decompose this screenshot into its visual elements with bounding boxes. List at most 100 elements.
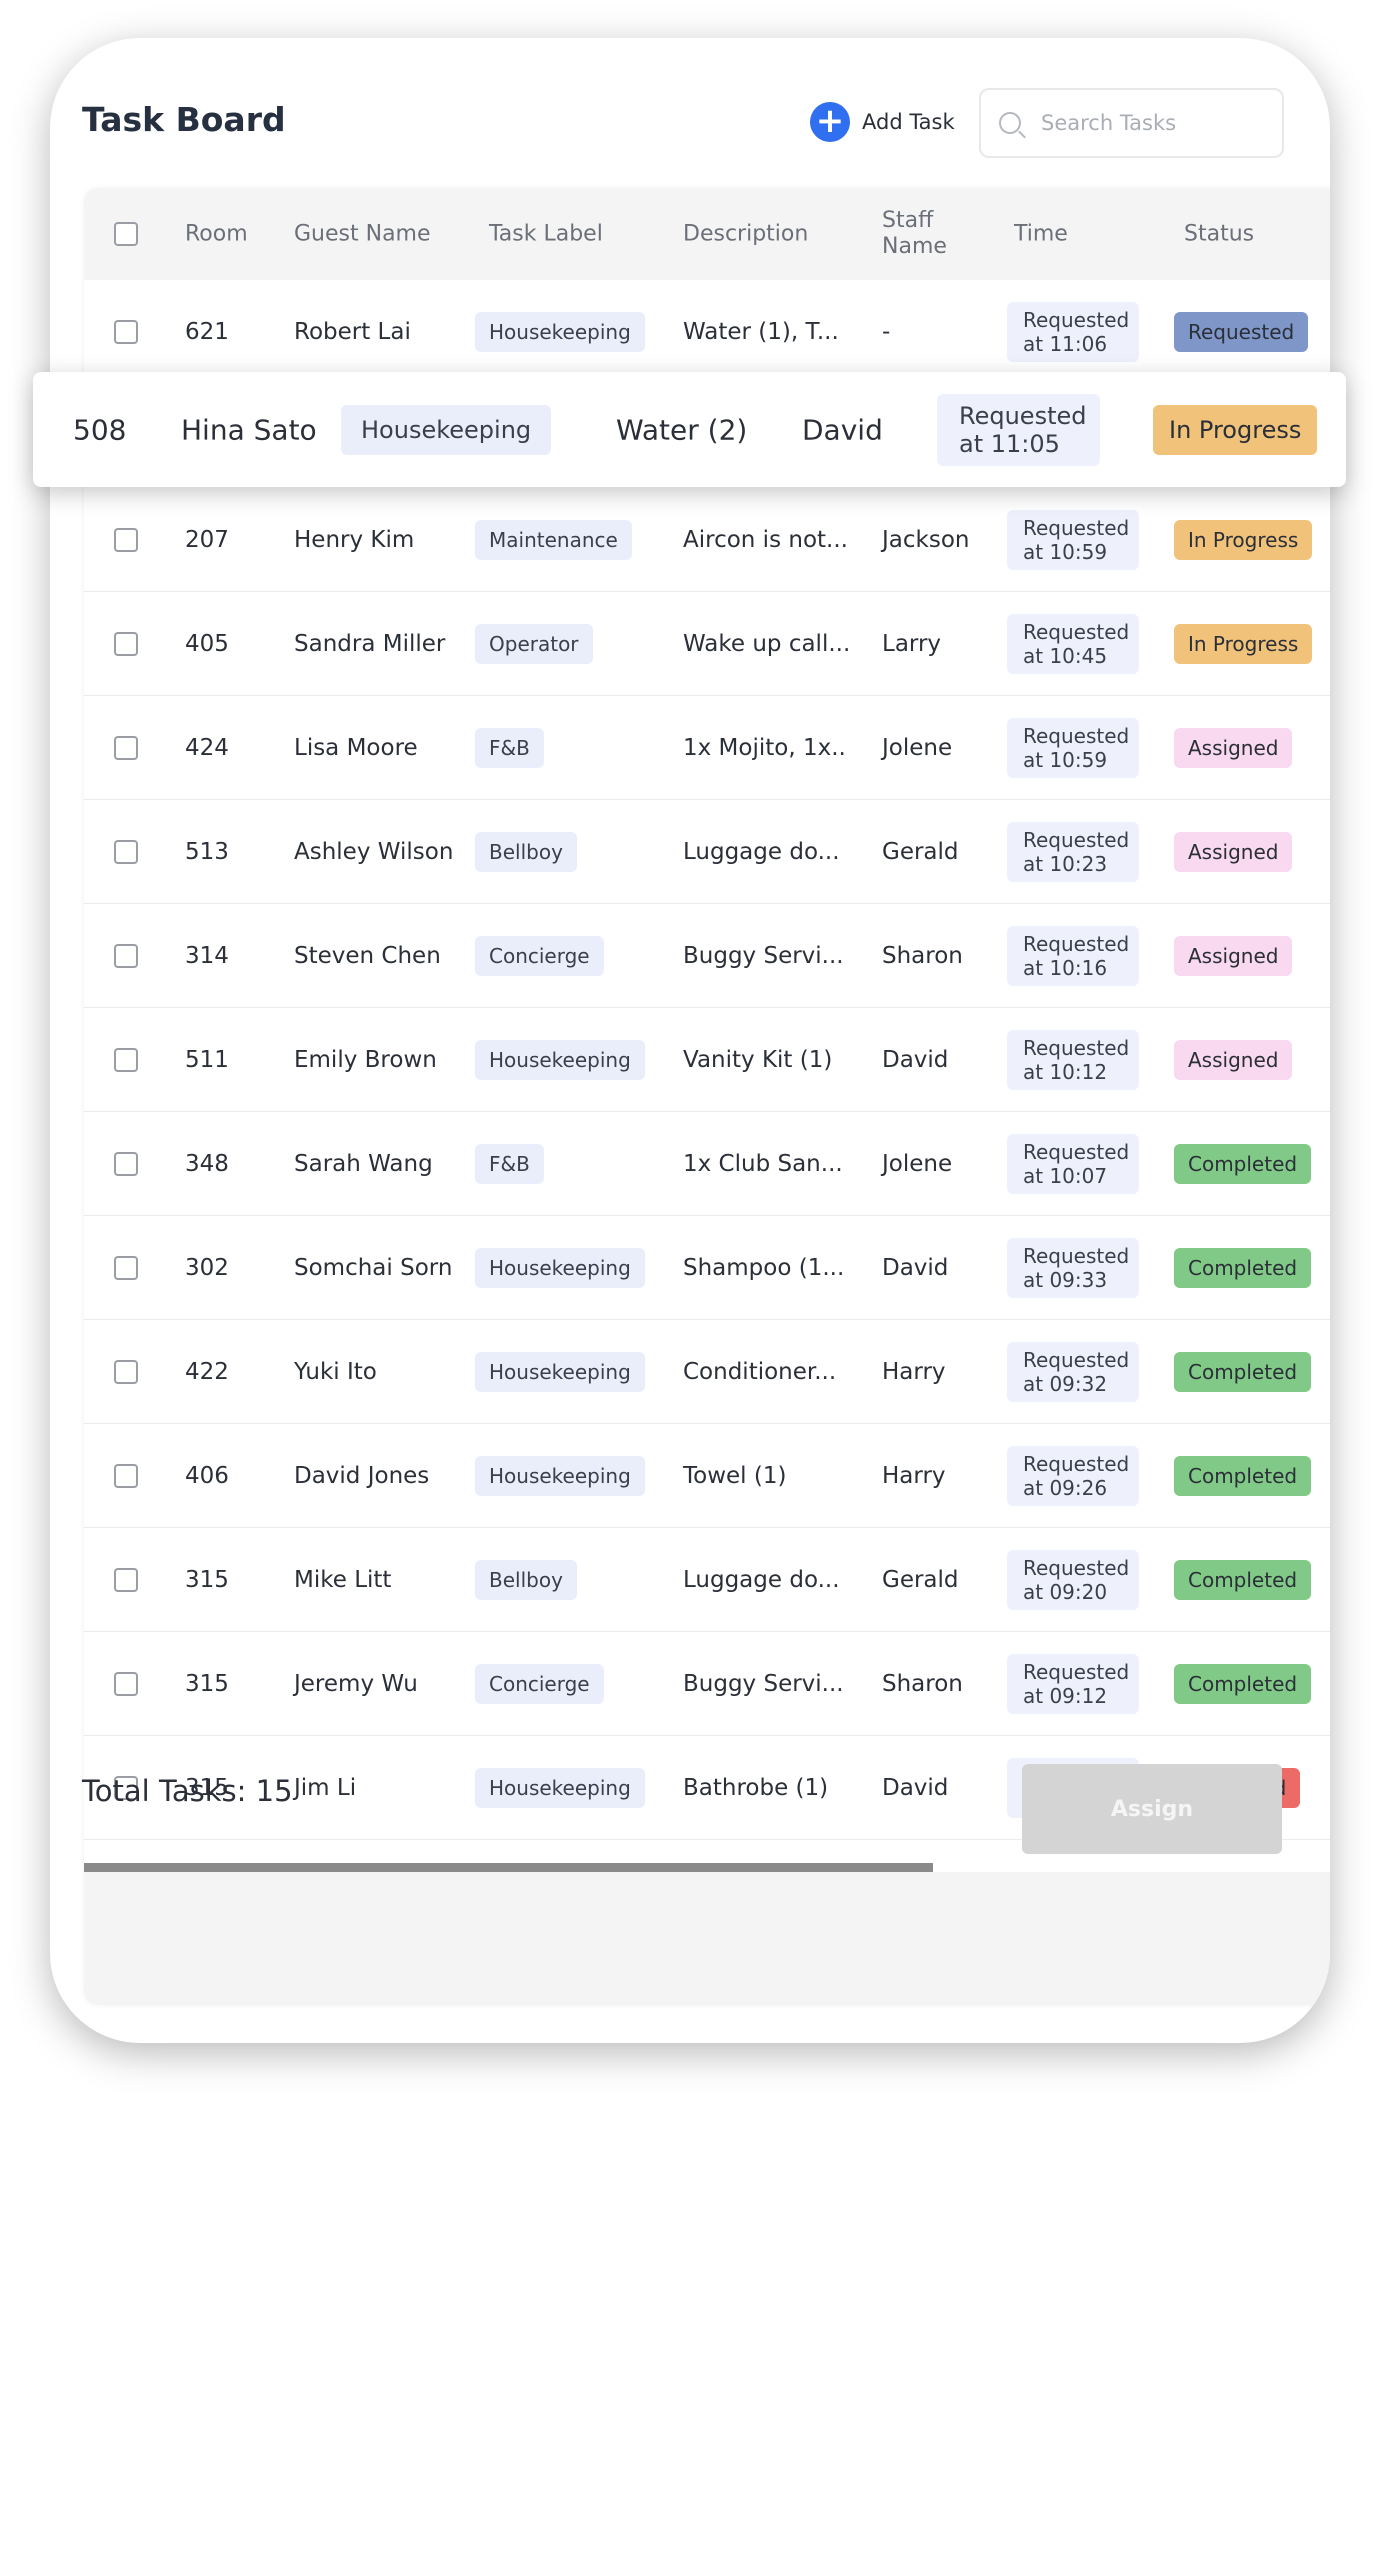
task-label-tag: Maintenance: [475, 519, 632, 560]
description: Aircon is not...: [683, 526, 848, 553]
task-label-tag: Housekeeping: [475, 1039, 645, 1080]
room-number: 302: [185, 1254, 229, 1281]
row-checkbox[interactable]: [114, 735, 138, 760]
search-box[interactable]: [979, 88, 1284, 158]
description: Shampoo (1...: [683, 1254, 845, 1281]
request-time: Requested at 11:06: [1007, 301, 1139, 362]
column-room[interactable]: Room: [185, 222, 248, 247]
guest-name: Henry Kim: [294, 526, 415, 553]
room-number: 405: [185, 630, 229, 657]
task-label-tag: Concierge: [475, 935, 604, 976]
table-row[interactable]: 424 Lisa Moore F&B 1x Mojito, 1x.. Jolen…: [84, 696, 1330, 800]
staff-name: Larry: [882, 630, 942, 657]
table-row[interactable]: 302 Somchai Sorn Housekeeping Shampoo (1…: [84, 1216, 1330, 1320]
table-row[interactable]: 621 Robert Lai Housekeeping Water (1), T…: [84, 280, 1330, 384]
row-checkbox[interactable]: [114, 839, 138, 864]
select-all-checkbox[interactable]: [114, 222, 138, 246]
row-checkbox[interactable]: [114, 527, 138, 552]
description: Water (2): [616, 413, 748, 446]
table-row[interactable]: 314 Steven Chen Concierge Buggy Servi...…: [84, 904, 1330, 1008]
row-checkbox[interactable]: [114, 1463, 138, 1488]
staff-name: Harry: [882, 1462, 946, 1489]
request-time: Requested at 11:05: [937, 393, 1100, 466]
guest-name: Sarah Wang: [294, 1150, 433, 1177]
table-row[interactable]: 513 Ashley Wilson Bellboy Luggage do... …: [84, 800, 1330, 904]
room-number: 207: [185, 526, 229, 553]
room-number: 511: [185, 1046, 229, 1073]
request-time: Requested at 10:59: [1007, 717, 1139, 778]
task-label-tag: Operator: [475, 623, 593, 664]
add-task-label: Add Task: [862, 110, 955, 134]
guest-name: Jeremy Wu: [294, 1670, 418, 1697]
add-task-button[interactable]: + Add Task: [810, 102, 955, 142]
guest-name: Emily Brown: [294, 1046, 437, 1073]
status-badge: Completed: [1174, 1663, 1312, 1704]
staff-name: David: [882, 1774, 949, 1801]
dragged-task-row[interactable]: 508 Hina Sato Housekeeping Water (2) Dav…: [33, 372, 1346, 487]
status-badge: Assigned: [1174, 935, 1293, 976]
description: Luggage do...: [683, 1566, 840, 1593]
column-guest-name[interactable]: Guest Name: [294, 222, 431, 247]
request-time: Requested at 10:59: [1007, 509, 1139, 570]
table-row[interactable]: 315 Jeremy Wu Concierge Buggy Servi... S…: [84, 1632, 1330, 1736]
task-label-tag: F&B: [475, 727, 544, 768]
request-time: Requested at 09:26: [1007, 1445, 1139, 1506]
table-row[interactable]: 422 Yuki Ito Housekeeping Conditioner...…: [84, 1320, 1330, 1424]
guest-name: Somchai Sorn: [294, 1254, 453, 1281]
task-label-tag: Housekeeping: [475, 1767, 645, 1808]
column-time[interactable]: Time: [1014, 222, 1068, 247]
staff-name: Jolene: [882, 734, 953, 761]
room-number: 315: [185, 1670, 229, 1697]
column-description[interactable]: Description: [683, 222, 808, 247]
assign-button[interactable]: Assign: [1022, 1764, 1282, 1854]
status-badge: Completed: [1174, 1143, 1312, 1184]
table-row[interactable]: 207 Henry Kim Maintenance Aircon is not.…: [84, 488, 1330, 592]
room-number: 315: [185, 1566, 229, 1593]
row-checkbox[interactable]: [114, 1151, 138, 1176]
task-board-card: Task Board + Add Task Room Guest Name Ta…: [50, 38, 1330, 2043]
task-label-tag: Concierge: [475, 1663, 604, 1704]
horizontal-scrollbar[interactable]: [84, 1863, 933, 1872]
description: Towel (1): [683, 1462, 787, 1489]
row-checkbox[interactable]: [114, 1047, 138, 1072]
staff-name: Gerald: [882, 838, 959, 865]
guest-name: David Jones: [294, 1462, 430, 1489]
status-badge: Completed: [1174, 1247, 1312, 1288]
staff-name: Jackson: [882, 526, 970, 553]
task-label-tag: Bellboy: [475, 1559, 577, 1600]
table-row[interactable]: 511 Emily Brown Housekeeping Vanity Kit …: [84, 1008, 1330, 1112]
guest-name: Hina Sato: [181, 413, 317, 446]
column-staff-name[interactable]: Staff Name: [882, 208, 962, 260]
row-checkbox[interactable]: [114, 1255, 138, 1280]
description: 1x Club San...: [683, 1150, 843, 1177]
staff-name: David: [882, 1046, 949, 1073]
room-number: 508: [73, 413, 127, 446]
row-checkbox[interactable]: [114, 631, 138, 656]
room-number: 513: [185, 838, 229, 865]
task-label-tag: Housekeeping: [341, 404, 552, 455]
staff-name: Sharon: [882, 942, 963, 969]
request-time: Requested at 10:45: [1007, 613, 1139, 674]
column-task-label[interactable]: Task Label: [489, 222, 603, 247]
status-badge: Completed: [1174, 1559, 1312, 1600]
column-status[interactable]: Status: [1184, 222, 1254, 247]
table-header: Room Guest Name Task Label Description S…: [84, 188, 1330, 280]
task-label-tag: Housekeeping: [475, 311, 645, 352]
row-checkbox[interactable]: [114, 943, 138, 968]
status-badge: Assigned: [1174, 727, 1293, 768]
page-title: Task Board: [82, 100, 286, 139]
row-checkbox[interactable]: [114, 1671, 138, 1696]
row-checkbox[interactable]: [114, 319, 138, 344]
table-row[interactable]: 348 Sarah Wang F&B 1x Club San... Jolene…: [84, 1112, 1330, 1216]
table-row[interactable]: 405 Sandra Miller Operator Wake up call.…: [84, 592, 1330, 696]
search-input[interactable]: [1041, 111, 1261, 135]
total-tasks: Total Tasks: 15: [82, 1774, 293, 1808]
room-number: 348: [185, 1150, 229, 1177]
task-label-tag: Bellboy: [475, 831, 577, 872]
table-row[interactable]: 406 David Jones Housekeeping Towel (1) H…: [84, 1424, 1330, 1528]
guest-name: Lisa Moore: [294, 734, 418, 761]
status-badge: In Progress: [1153, 404, 1318, 455]
row-checkbox[interactable]: [114, 1359, 138, 1384]
row-checkbox[interactable]: [114, 1567, 138, 1592]
table-row[interactable]: 315 Mike Litt Bellboy Luggage do... Gera…: [84, 1528, 1330, 1632]
